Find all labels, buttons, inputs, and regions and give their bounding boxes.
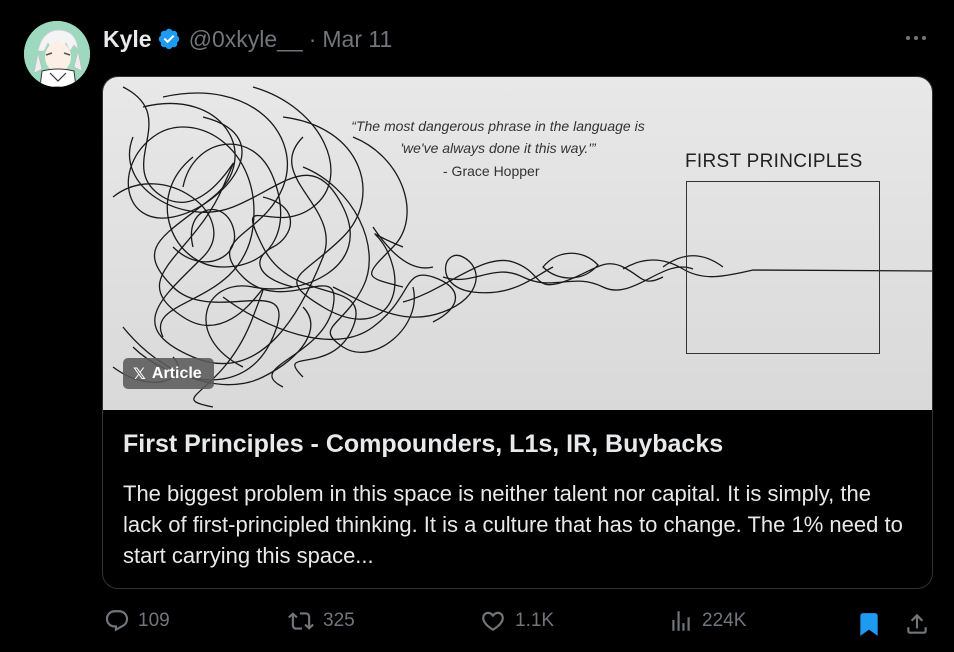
- verified-badge-icon[interactable]: [157, 27, 181, 51]
- views-count: 224K: [702, 610, 747, 631]
- heart-icon: [482, 611, 504, 631]
- views-chart-icon: [672, 611, 690, 631]
- tweet-actions: 109 325 1.1K 224K: [0, 606, 954, 642]
- repost-icon: [288, 612, 314, 630]
- share-icon[interactable]: [904, 610, 930, 638]
- bookmark-icon[interactable]: [856, 610, 882, 638]
- repost-button[interactable]: 325: [287, 608, 355, 634]
- article-badge: 𝕏 Article: [123, 358, 214, 389]
- article-badge-label: Article: [151, 364, 202, 382]
- quote-line-1: “The most dangerous phrase in the langua…: [351, 118, 645, 134]
- views-button[interactable]: 224K: [668, 608, 746, 634]
- separator-dot: ·: [308, 25, 317, 52]
- like-button[interactable]: 1.1K: [479, 608, 554, 634]
- repost-count: 325: [323, 610, 355, 631]
- quote-text: “The most dangerous phrase in the langua…: [333, 115, 663, 159]
- tweet-date[interactable]: Mar 11: [322, 26, 392, 53]
- reply-icon: [105, 610, 129, 632]
- avatar[interactable]: [24, 21, 90, 87]
- tweet-header: Kyle @0xkyle__ · Mar 11: [103, 24, 392, 54]
- more-options-icon[interactable]: [902, 28, 930, 48]
- article-card[interactable]: “The most dangerous phrase in the langua…: [102, 76, 933, 589]
- article-cover-image: “The most dangerous phrase in the langua…: [103, 77, 932, 410]
- reply-button[interactable]: 109: [104, 608, 170, 634]
- quote-author: - Grace Hopper: [443, 163, 540, 179]
- x-logo-icon: 𝕏: [133, 365, 146, 383]
- first-principles-label: FIRST PRINCIPLES: [685, 151, 863, 172]
- like-count: 1.1K: [515, 610, 555, 631]
- first-principles-box: [686, 181, 880, 354]
- article-description: The biggest problem in this space is nei…: [123, 481, 903, 568]
- author-handle[interactable]: @0xkyle__: [189, 26, 303, 53]
- article-title[interactable]: First Principles - Compounders, L1s, IR,…: [123, 430, 913, 459]
- quote-line-2: 'we've always done it this way.'”: [400, 140, 596, 156]
- author-name[interactable]: Kyle: [103, 26, 152, 53]
- reply-count: 109: [138, 610, 170, 631]
